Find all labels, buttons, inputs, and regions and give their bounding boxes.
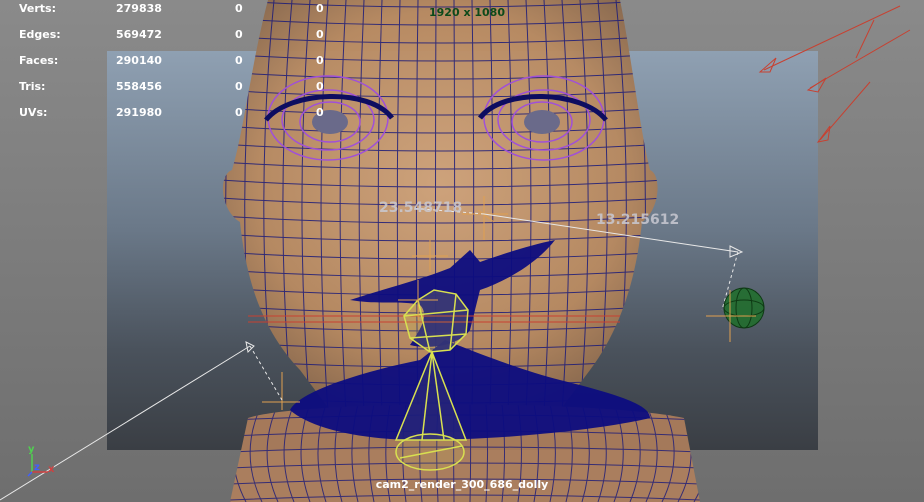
stat-components: 0 (316, 28, 324, 41)
scene-canvas[interactable] (0, 0, 924, 502)
axis-x-label: x (48, 464, 55, 475)
stat-label: Faces: (19, 54, 59, 67)
stat-value: 290140 (116, 54, 162, 67)
stat-selected: 0 (235, 106, 243, 119)
green-locator[interactable] (706, 287, 765, 342)
maya-viewport[interactable]: Verts: 279838 0 0 Edges: 569472 0 0 Face… (0, 0, 924, 502)
stat-selected: 0 (235, 2, 243, 15)
stat-value: 569472 (116, 28, 162, 41)
distance-readout-a: 23.548718 (379, 200, 463, 216)
axis-gizmo: y z x (22, 444, 62, 480)
stat-components: 0 (316, 54, 324, 67)
distance-readout-b: 13.215612 (596, 212, 680, 228)
stat-selected: 0 (235, 80, 243, 93)
stat-selected: 0 (235, 54, 243, 67)
stat-value: 291980 (116, 106, 162, 119)
light-guides[interactable] (758, 5, 911, 143)
stat-label: Edges: (19, 28, 61, 41)
stat-value: 558456 (116, 80, 162, 93)
axis-y-label: y (28, 444, 35, 455)
stat-components: 0 (316, 106, 324, 119)
stat-label: Tris: (19, 80, 46, 93)
stat-value: 279838 (116, 2, 162, 15)
stat-label: UVs: (19, 106, 48, 119)
axis-z-label: z (34, 462, 40, 473)
stat-components: 0 (316, 2, 324, 15)
stat-label: Verts: (19, 2, 57, 15)
camera-name-label: cam2_render_300_686_dolly (375, 478, 549, 491)
stat-components: 0 (316, 80, 324, 93)
resolution-gate-label: 1920 x 1080 (429, 6, 505, 19)
stat-selected: 0 (235, 28, 243, 41)
